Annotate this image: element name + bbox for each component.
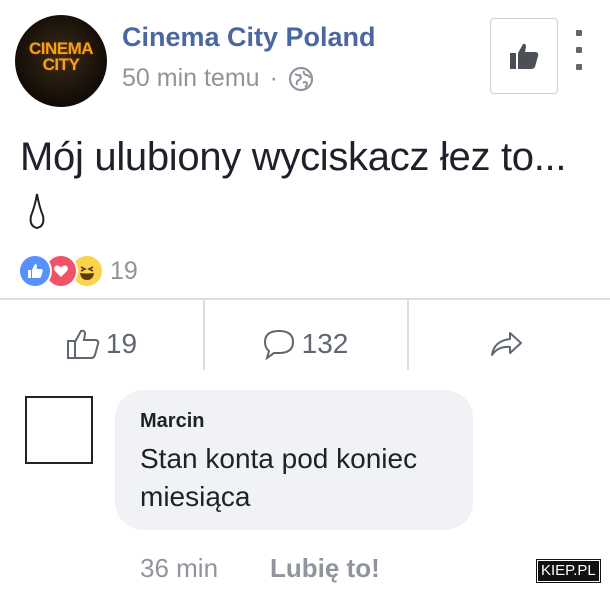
comment-text: Stan konta pod koniec miesiąca <box>140 443 418 512</box>
like-count: 19 <box>105 328 138 359</box>
more-dot-icon <box>576 64 582 70</box>
post-meta: 50 min temu · <box>122 64 314 93</box>
share-button[interactable] <box>407 318 610 370</box>
page-name-link[interactable]: Cinema City Poland <box>122 22 376 53</box>
tear-drop-icon <box>29 193 45 230</box>
like-button[interactable]: 19 <box>0 318 203 370</box>
meta-separator: · <box>269 64 278 92</box>
post-timestamp[interactable]: 50 min temu <box>122 64 260 93</box>
more-dot-icon <box>576 30 582 36</box>
share-icon <box>490 332 522 356</box>
thumbs-up-icon <box>510 43 539 69</box>
reactions-summary[interactable]: 19 <box>18 254 138 288</box>
like-reaction-icon <box>18 254 52 288</box>
cinema-city-logo: CINEMA CITY <box>15 40 107 74</box>
globe-icon <box>288 66 313 91</box>
post-text: Mój ulubiony wyciskacz łez to... <box>20 135 567 179</box>
reaction-count: 19 <box>110 256 138 285</box>
watermark-logo: KIEP.PL <box>536 559 601 583</box>
like-page-button[interactable] <box>490 18 558 94</box>
comment-like-button[interactable]: Lubię to! <box>270 553 380 584</box>
comment-timestamp[interactable]: 36 min <box>140 553 218 584</box>
thumbs-up-outline-icon <box>66 329 100 359</box>
logo-line-2: CITY <box>42 55 80 74</box>
comment-bubble-icon <box>263 329 294 360</box>
page-avatar[interactable]: CINEMA CITY <box>15 15 107 107</box>
more-options-button[interactable] <box>570 30 588 70</box>
comment-avatar[interactable] <box>25 396 93 464</box>
post-body: Mój ulubiony wyciskacz łez to... <box>20 130 590 238</box>
divider <box>0 298 610 300</box>
comment-button[interactable]: 132 <box>203 318 407 370</box>
comment-count: 132 <box>301 328 349 359</box>
comment-author[interactable]: Marcin <box>140 410 204 433</box>
more-dot-icon <box>576 47 582 53</box>
